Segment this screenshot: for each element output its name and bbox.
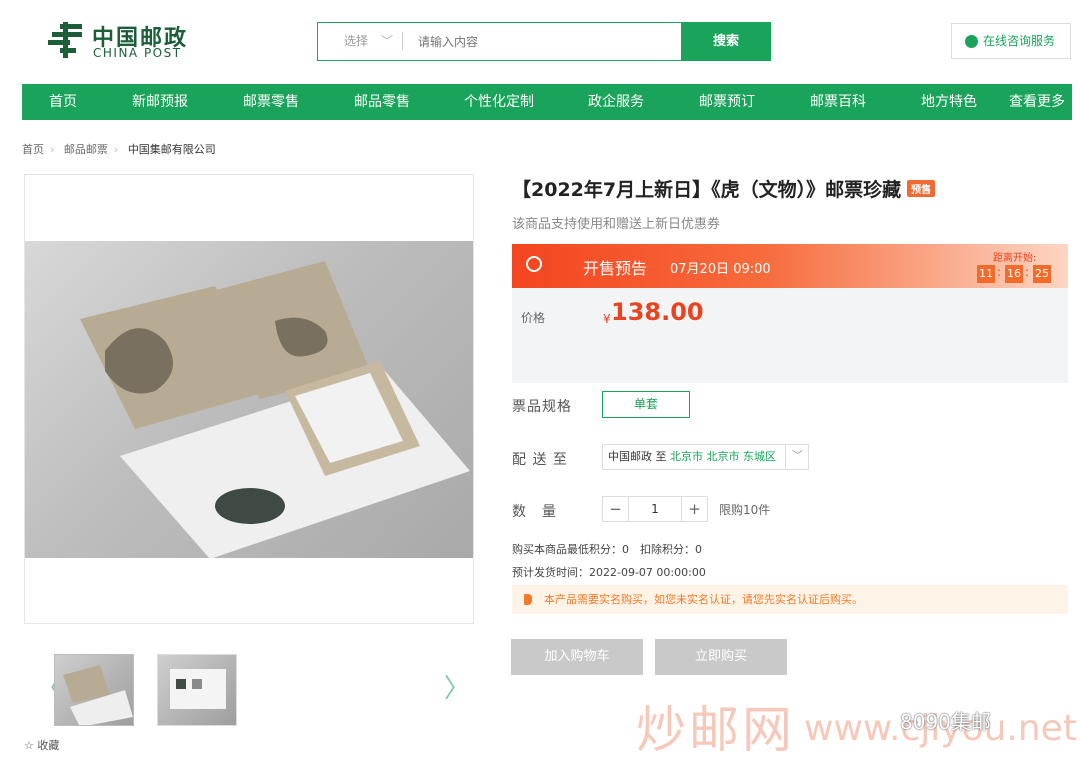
- chevron-down-icon: ﹀: [381, 34, 394, 48]
- favorite-button[interactable]: ☆ 收藏: [24, 737, 59, 753]
- price-value: 138.00: [611, 298, 704, 326]
- star-icon: ☆: [24, 739, 34, 752]
- countdown-label: 距离开始:: [993, 253, 1037, 264]
- thumbnail-1[interactable]: [54, 654, 134, 726]
- breadcrumb-category[interactable]: 邮品邮票: [64, 143, 108, 156]
- nav-item-stamp-retail[interactable]: 邮票零售: [227, 84, 315, 120]
- quantity-label: 数 量: [512, 504, 557, 520]
- search-input[interactable]: [418, 23, 678, 60]
- purchase-limit: 限购10件: [719, 503, 771, 517]
- breadcrumb-current: 中国集邮有限公司: [127, 143, 216, 156]
- thumbnail-2[interactable]: [157, 654, 237, 726]
- product-photo: [25, 241, 473, 559]
- logo-english-text: CHINA POST: [93, 46, 182, 60]
- buy-now-button[interactable]: 立即购买: [655, 639, 787, 675]
- countdown-hours: 11: [977, 265, 995, 283]
- countdown-separator: :: [1025, 265, 1030, 279]
- alarm-clock-icon: [526, 256, 542, 272]
- countdown-separator: :: [997, 265, 1002, 279]
- thumbnail-image: [170, 669, 226, 709]
- spec-label: 票品规格: [512, 399, 572, 415]
- product-title: 【2022年7月上新日】《虎（文物）》邮票珍藏 预售: [512, 175, 936, 202]
- chevron-down-icon[interactable]: ﹀: [785, 444, 809, 470]
- breadcrumb-home[interactable]: 首页: [22, 143, 44, 156]
- watermark-account: 8090集邮: [900, 710, 991, 734]
- notice-text: 本产品需要实名购买，如您未实名认证，请您先实名认证后购买。: [544, 593, 863, 606]
- ship-time-info: 预计发货时间：2022-09-07 00:00:00: [512, 566, 706, 579]
- nav-item-enterprise[interactable]: 政企服务: [572, 84, 660, 120]
- price-currency: ¥: [603, 312, 611, 326]
- search-button[interactable]: 搜索: [681, 22, 771, 61]
- watermark: 炒邮网 www.cjiyou.net 8090集邮: [636, 690, 1077, 760]
- ship-label: 配 送 至: [512, 452, 568, 468]
- price-label: 价格: [521, 311, 546, 325]
- thumbnail-strip: 〈 〉: [24, 652, 474, 728]
- headset-icon: [965, 35, 978, 48]
- search-category-select[interactable]: 选择 ﹀: [318, 23, 404, 60]
- china-post-emblem-icon: [48, 22, 82, 58]
- site-header: 中国邮政 CHINA POST 选择 ﹀ 搜索 在线咨询服务: [0, 0, 1080, 84]
- nav-item-more[interactable]: 查看更多: [1002, 84, 1072, 120]
- countdown-minutes: 16: [1005, 265, 1023, 283]
- nav-item-product-retail[interactable]: 邮品零售: [338, 84, 426, 120]
- quantity-stepper: − 1 +: [602, 496, 708, 522]
- product-title-text: 【2022年7月上新日】《虎（文物）》邮票珍藏: [512, 179, 902, 201]
- quantity-decrease-button[interactable]: −: [603, 497, 629, 521]
- china-post-logo[interactable]: 中国邮政 CHINA POST: [46, 20, 196, 64]
- favorite-label: 收藏: [37, 739, 60, 752]
- presale-banner: 开售预告 07月20日 09:00 距离开始: 11 : 16 : 25: [512, 244, 1068, 288]
- nav-item-stamp-booking[interactable]: 邮票预订: [683, 84, 771, 120]
- presale-badge: 预售: [907, 180, 936, 197]
- chevron-right-icon: ›: [113, 143, 119, 156]
- points-info: 购买本商品最低积分：0 扣除积分：0: [512, 543, 702, 556]
- speaker-icon: [524, 594, 532, 605]
- main-nav: 首页 新邮预报 邮票零售 邮品零售 个性化定制 政企服务 邮票预订 邮票百科 地…: [22, 84, 1072, 120]
- price-panel: 价格 ¥ 138.00: [512, 288, 1068, 383]
- nav-item-encyclopedia[interactable]: 邮票百科: [794, 84, 882, 120]
- presale-label: 开售预告: [583, 259, 648, 278]
- shipping-address-select[interactable]: 中国邮政 至 北京市 北京市 东城区: [602, 444, 809, 470]
- chevron-right-icon[interactable]: 〉: [444, 668, 470, 705]
- nav-item-customization[interactable]: 个性化定制: [452, 84, 546, 120]
- product-main-image[interactable]: [24, 174, 474, 624]
- stamp-folder-illustration: [80, 261, 470, 559]
- product-subtitle: 该商品支持使用和赠送上新日优惠券: [512, 217, 721, 232]
- quantity-value[interactable]: 1: [629, 497, 681, 521]
- chevron-right-icon: ›: [50, 143, 55, 156]
- online-consult-button[interactable]: 在线咨询服务: [951, 23, 1071, 59]
- watermark-site-name: 炒邮网: [636, 701, 795, 759]
- breadcrumb: 首页 › 邮品邮票 › 中国集邮有限公司: [22, 141, 222, 157]
- ship-to: 北京市 北京市 东城区: [670, 450, 776, 463]
- countdown-seconds: 25: [1033, 265, 1051, 283]
- search-bar: 选择 ﹀ 搜索: [317, 22, 771, 61]
- spec-option-single-set[interactable]: 单套: [602, 391, 690, 418]
- thumbnail-image: [63, 665, 133, 725]
- quantity-increase-button[interactable]: +: [681, 497, 707, 521]
- ship-from: 中国邮政 至: [608, 450, 667, 463]
- nav-item-home[interactable]: 首页: [22, 84, 104, 120]
- add-to-cart-button[interactable]: 加入购物车: [511, 639, 643, 675]
- search-select-label: 选择: [344, 34, 369, 48]
- search-divider: [402, 32, 403, 50]
- presale-time: 07月20日 09:00: [670, 262, 771, 277]
- nav-item-new-stamps[interactable]: 新邮预报: [116, 84, 204, 120]
- consult-label: 在线咨询服务: [983, 34, 1056, 48]
- real-name-notice: 本产品需要实名购买，如您未实名认证，请您先实名认证后购买。: [512, 585, 1068, 614]
- nav-item-local-specialty[interactable]: 地方特色: [905, 84, 993, 120]
